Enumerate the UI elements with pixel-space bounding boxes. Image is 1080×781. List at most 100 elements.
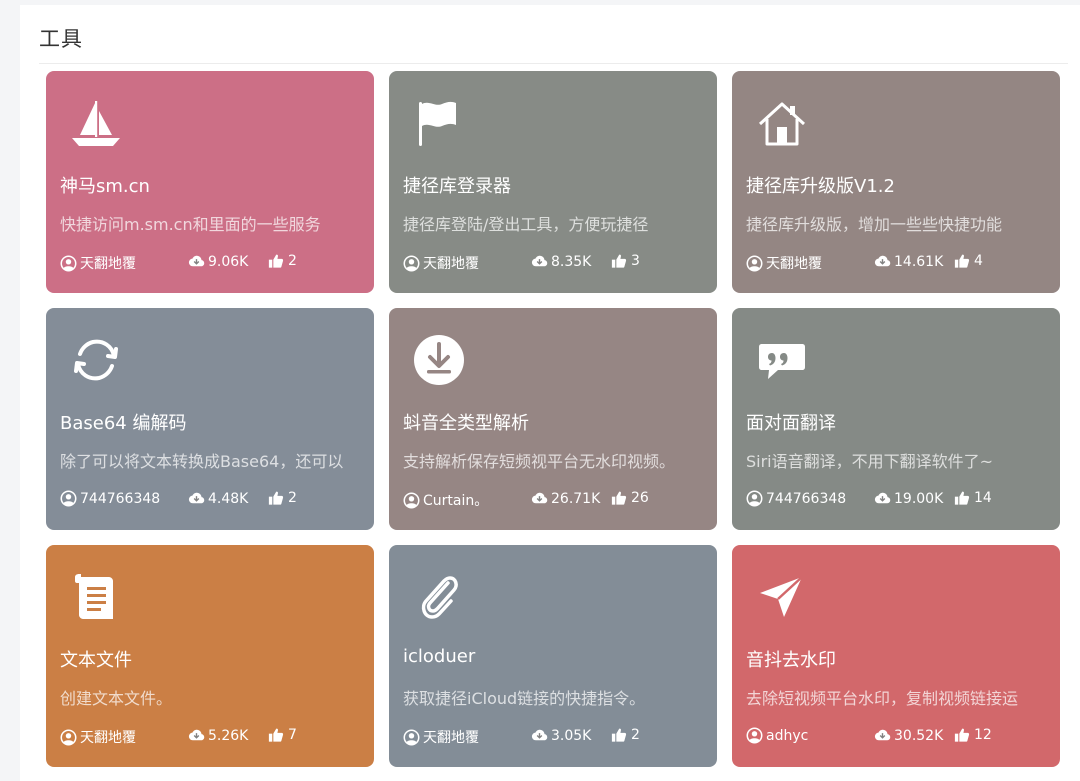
- card-meta: 天翻地覆 8.35K 3: [403, 253, 707, 273]
- thumbs-up-icon: [268, 254, 284, 268]
- shortcut-card[interactable]: 蚪音全类型解析 支持解析保存短频视平台无水印视频。 Curtain。 26.71…: [389, 308, 717, 530]
- card-author[interactable]: 天翻地覆: [60, 253, 136, 273]
- like-count: 14: [974, 490, 992, 506]
- card-likes[interactable]: 26: [611, 490, 649, 506]
- card-description: 捷径库升级版，增加一些些快捷功能: [746, 215, 1003, 234]
- thumbs-up-icon: [611, 254, 627, 268]
- download-count: 19.00K: [894, 490, 944, 507]
- card-author[interactable]: 744766348: [60, 490, 160, 507]
- author-name: Curtain。: [423, 493, 489, 509]
- download-count: 4.48K: [208, 490, 249, 507]
- card-author[interactable]: 天翻地覆: [60, 727, 136, 747]
- cloud-download-icon: [874, 492, 891, 504]
- download-count: 26.71K: [551, 490, 601, 507]
- card-meta: 天翻地覆 5.26K 7: [60, 727, 364, 747]
- flag-icon: [411, 95, 467, 151]
- cloud-download-icon: [874, 729, 891, 741]
- shortcut-card[interactable]: 神马sm.cn 快捷访问m.sm.cn和里面的一些服务 天翻地覆 9.06K 2: [46, 71, 374, 293]
- author-name: 天翻地覆: [766, 256, 822, 272]
- thumbs-up-icon: [268, 491, 284, 505]
- shortcut-card[interactable]: icloduer 获取捷径iCloud链接的快捷指令。 天翻地覆 3.05K 2: [389, 545, 717, 767]
- card-downloads: 19.00K: [874, 490, 943, 507]
- quote-bubble-icon: [754, 332, 810, 388]
- card-author[interactable]: adhyc: [746, 727, 808, 744]
- card-title: icloduer: [403, 646, 476, 667]
- card-likes[interactable]: 2: [268, 253, 297, 269]
- user-circle-icon: [746, 727, 763, 744]
- card-title: 神马sm.cn: [60, 176, 150, 197]
- card-meta: 天翻地覆 3.05K 2: [403, 727, 707, 747]
- card-likes[interactable]: 2: [268, 490, 297, 506]
- like-count: 26: [631, 490, 649, 506]
- card-downloads: 5.26K: [188, 727, 248, 744]
- card-likes[interactable]: 3: [611, 253, 640, 269]
- card-likes[interactable]: 12: [954, 727, 992, 743]
- card-author[interactable]: 天翻地覆: [746, 253, 822, 273]
- thumbs-up-icon: [954, 491, 970, 505]
- user-circle-icon: [60, 729, 77, 745]
- card-likes[interactable]: 4: [954, 253, 983, 269]
- card-meta: 天翻地覆 9.06K 2: [60, 253, 364, 273]
- section-title: 工具: [39, 27, 83, 51]
- download-count: 8.35K: [551, 253, 592, 270]
- card-title: Base64 编解码: [60, 413, 187, 434]
- user-circle-icon: [60, 490, 77, 507]
- card-author[interactable]: Curtain。: [403, 490, 488, 510]
- download-count: 14.61K: [894, 253, 944, 270]
- section-divider: [39, 63, 1068, 64]
- card-likes[interactable]: 2: [611, 727, 640, 743]
- card-downloads: 30.52K: [874, 727, 943, 744]
- card-author[interactable]: 天翻地覆: [403, 253, 479, 273]
- paper-plane-icon: [754, 569, 810, 625]
- author-name: 天翻地覆: [80, 256, 136, 272]
- card-description: 去除短视频平台水印，复制视频链接运: [746, 689, 1019, 708]
- card-downloads: 14.61K: [874, 253, 943, 270]
- card-author[interactable]: 744766348: [746, 490, 846, 507]
- user-circle-icon: [403, 255, 420, 271]
- like-count: 2: [288, 490, 297, 506]
- card-author[interactable]: 天翻地覆: [403, 727, 479, 747]
- like-count: 2: [631, 727, 640, 743]
- thumbs-up-icon: [268, 728, 284, 742]
- thumbs-up-icon: [954, 254, 970, 268]
- shortcut-card[interactable]: Base64 编解码 除了可以将文本转换成Base64，还可以 74476634…: [46, 308, 374, 530]
- cloud-download-icon: [531, 729, 548, 741]
- card-title: 捷径库登录器: [403, 176, 511, 197]
- sync-icon: [68, 332, 124, 388]
- shortcut-card[interactable]: 文本文件 创建文本文件。 天翻地覆 5.26K 7: [46, 545, 374, 767]
- card-likes[interactable]: 14: [954, 490, 992, 506]
- thumbs-up-icon: [611, 728, 627, 742]
- user-circle-icon: [403, 492, 420, 508]
- thumbs-up-icon: [611, 491, 627, 505]
- download-circle-icon: [411, 332, 467, 388]
- tools-panel: 工具 神马sm.cn 快捷访问m.sm.cn和里面的一些服务 天翻地覆 9.06…: [20, 5, 1080, 781]
- user-circle-icon: [60, 255, 77, 271]
- card-meta: 天翻地覆 14.61K 4: [746, 253, 1050, 273]
- download-count: 9.06K: [208, 253, 249, 270]
- cloud-download-icon: [188, 492, 205, 504]
- card-description: 创建文本文件。: [60, 689, 173, 708]
- shortcut-card[interactable]: 面对面翻译 Siri语音翻译，不用下翻译软件了~ 744766348 19.00…: [732, 308, 1060, 530]
- card-title: 捷径库升级版V1.2: [746, 176, 895, 197]
- author-name: 744766348: [766, 490, 847, 507]
- card-description: 捷径库登陆/登出工具，方便玩捷径: [403, 215, 649, 234]
- card-title: 音抖去水印: [746, 650, 836, 671]
- download-count: 3.05K: [551, 727, 592, 744]
- download-count: 5.26K: [208, 727, 249, 744]
- paperclip-icon: [411, 569, 467, 625]
- shortcut-card[interactable]: 捷径库升级版V1.2 捷径库升级版，增加一些些快捷功能 天翻地覆 14.61K …: [732, 71, 1060, 293]
- like-count: 12: [974, 727, 992, 743]
- cloud-download-icon: [188, 255, 205, 267]
- card-meta: Curtain。 26.71K 26: [403, 490, 707, 510]
- card-likes[interactable]: 7: [268, 727, 297, 743]
- author-name: 744766348: [80, 490, 161, 507]
- cloud-download-icon: [531, 492, 548, 504]
- like-count: 4: [974, 253, 983, 269]
- card-description: 除了可以将文本转换成Base64，还可以: [60, 452, 344, 471]
- card-title: 蚪音全类型解析: [403, 413, 529, 434]
- shortcut-card[interactable]: 捷径库登录器 捷径库登陆/登出工具，方便玩捷径 天翻地覆 8.35K 3: [389, 71, 717, 293]
- thumbs-up-icon: [954, 728, 970, 742]
- card-downloads: 26.71K: [531, 490, 600, 507]
- card-downloads: 9.06K: [188, 253, 248, 270]
- shortcut-card[interactable]: 音抖去水印 去除短视频平台水印，复制视频链接运 adhyc 30.52K 12: [732, 545, 1060, 767]
